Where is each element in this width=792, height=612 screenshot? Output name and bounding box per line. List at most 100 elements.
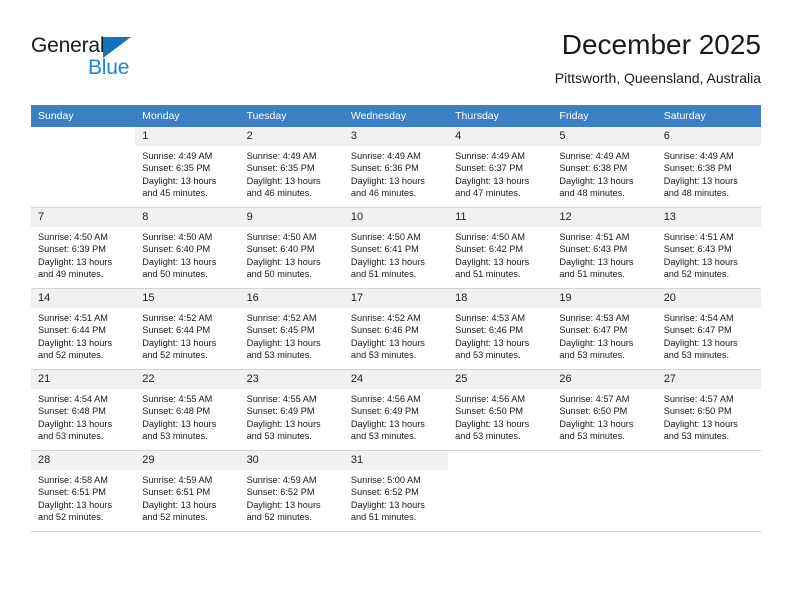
daylight-text-line2: and 53 minutes.	[350, 350, 417, 361]
sunset-text: Sunset: 6:38 PM	[559, 163, 628, 174]
day-cell[interactable]: 15 Sunrise: 4:52 AM Sunset: 6:44 PM Dayl…	[135, 288, 240, 370]
sunset-text: Sunset: 6:44 PM	[38, 325, 106, 336]
day-number: 21	[31, 370, 136, 389]
day-cell[interactable]: 6 Sunrise: 4:49 AM Sunset: 6:38 PM Dayli…	[656, 127, 761, 208]
day-details: Sunrise: 4:49 AM Sunset: 6:35 PM Dayligh…	[240, 146, 344, 200]
day-cell[interactable]: 11 Sunrise: 4:50 AM Sunset: 6:42 PM Dayl…	[448, 207, 553, 289]
day-cell[interactable]: 9 Sunrise: 4:50 AM Sunset: 6:40 PM Dayli…	[239, 207, 344, 289]
daylight-text-line1: Daylight: 13 hours	[663, 256, 738, 267]
general-blue-logo[interactable]: General Blue	[31, 34, 231, 90]
day-cell[interactable]: 3 Sunrise: 4:49 AM Sunset: 6:36 PM Dayli…	[343, 127, 449, 208]
day-cell[interactable]: 5 Sunrise: 4:49 AM Sunset: 6:38 PM Dayli…	[552, 127, 657, 208]
sunset-text: Sunset: 6:41 PM	[350, 244, 419, 255]
logo-text-general: General	[31, 34, 105, 57]
day-cell[interactable]: 27 Sunrise: 4:57 AM Sunset: 6:50 PM Dayl…	[656, 369, 761, 451]
day-cell	[448, 450, 553, 532]
daylight-text-line1: Daylight: 13 hours	[455, 256, 530, 267]
day-number	[31, 127, 136, 146]
day-details: Sunrise: 4:52 AM Sunset: 6:44 PM Dayligh…	[135, 308, 239, 362]
daylight-text-line1: Daylight: 13 hours	[663, 418, 738, 429]
day-cell[interactable]: 23 Sunrise: 4:55 AM Sunset: 6:49 PM Dayl…	[239, 369, 344, 451]
day-cell	[31, 127, 136, 208]
day-details: Sunrise: 4:51 AM Sunset: 6:43 PM Dayligh…	[657, 227, 761, 281]
sunset-text: Sunset: 6:47 PM	[559, 325, 628, 336]
sunset-text: Sunset: 6:50 PM	[559, 406, 628, 417]
daylight-text-line2: and 52 minutes.	[246, 512, 312, 523]
day-number: 11	[448, 208, 553, 227]
day-number: 4	[448, 127, 553, 146]
sunset-text: Sunset: 6:40 PM	[246, 244, 315, 255]
day-cell[interactable]: 19 Sunrise: 4:53 AM Sunset: 6:47 PM Dayl…	[552, 288, 657, 370]
day-details: Sunrise: 4:50 AM Sunset: 6:41 PM Dayligh…	[344, 227, 448, 281]
day-cell[interactable]: 30 Sunrise: 4:59 AM Sunset: 6:52 PM Dayl…	[239, 450, 344, 532]
day-cell[interactable]: 17 Sunrise: 4:52 AM Sunset: 6:46 PM Dayl…	[343, 288, 449, 370]
daylight-text-line2: and 48 minutes.	[663, 188, 730, 199]
daylight-text-line2: and 53 minutes.	[246, 350, 312, 361]
sunrise-text: Sunrise: 4:52 AM	[142, 313, 213, 323]
daylight-text-line1: Daylight: 13 hours	[142, 418, 217, 429]
sunset-text: Sunset: 6:42 PM	[455, 244, 524, 255]
day-cell[interactable]: 16 Sunrise: 4:52 AM Sunset: 6:45 PM Dayl…	[239, 288, 344, 370]
day-cell[interactable]: 29 Sunrise: 4:59 AM Sunset: 6:51 PM Dayl…	[135, 450, 240, 532]
daylight-text-line2: and 53 minutes.	[663, 431, 730, 442]
week-row: 1 Sunrise: 4:49 AM Sunset: 6:35 PM Dayli…	[31, 127, 761, 208]
daylight-text-line1: Daylight: 13 hours	[350, 256, 425, 267]
day-details: Sunrise: 4:57 AM Sunset: 6:50 PM Dayligh…	[657, 389, 761, 443]
daylight-text-line2: and 53 minutes.	[38, 431, 104, 442]
daylight-text-line1: Daylight: 13 hours	[246, 499, 321, 510]
day-number	[448, 451, 553, 470]
day-number: 22	[135, 370, 240, 389]
day-number: 15	[135, 289, 240, 308]
day-cell	[656, 450, 761, 532]
day-cell[interactable]: 22 Sunrise: 4:55 AM Sunset: 6:48 PM Dayl…	[135, 369, 240, 451]
week-row: 21 Sunrise: 4:54 AM Sunset: 6:48 PM Dayl…	[31, 369, 761, 451]
day-details: Sunrise: 4:51 AM Sunset: 6:43 PM Dayligh…	[552, 227, 656, 281]
sunrise-text: Sunrise: 4:51 AM	[38, 313, 108, 323]
daylight-text-line2: and 51 minutes.	[350, 512, 417, 523]
page-header: General Blue December 2025 Pittsworth, Q…	[31, 28, 761, 98]
day-cell[interactable]: 2 Sunrise: 4:49 AM Sunset: 6:35 PM Dayli…	[239, 127, 344, 208]
page-title: December 2025	[561, 29, 761, 60]
daylight-text-line2: and 51 minutes.	[350, 269, 417, 280]
sunset-text: Sunset: 6:37 PM	[455, 163, 524, 174]
daylight-text-line2: and 53 minutes.	[350, 431, 417, 442]
day-cell[interactable]: 4 Sunrise: 4:49 AM Sunset: 6:37 PM Dayli…	[448, 127, 553, 208]
daylight-text-line2: and 52 minutes.	[142, 512, 208, 523]
day-cell[interactable]: 20 Sunrise: 4:54 AM Sunset: 6:47 PM Dayl…	[656, 288, 761, 370]
daylight-text-line1: Daylight: 13 hours	[350, 337, 425, 348]
day-cell[interactable]: 8 Sunrise: 4:50 AM Sunset: 6:40 PM Dayli…	[135, 207, 240, 289]
daylight-text-line2: and 46 minutes.	[246, 188, 312, 199]
day-number: 20	[656, 289, 761, 308]
daylight-text-line1: Daylight: 13 hours	[559, 256, 634, 267]
daylight-text-line1: Daylight: 13 hours	[559, 337, 634, 348]
daylight-text-line1: Daylight: 13 hours	[142, 175, 217, 186]
day-cell[interactable]: 24 Sunrise: 4:56 AM Sunset: 6:49 PM Dayl…	[343, 369, 449, 451]
day-cell[interactable]: 18 Sunrise: 4:53 AM Sunset: 6:46 PM Dayl…	[448, 288, 553, 370]
sunrise-text: Sunrise: 4:49 AM	[559, 151, 630, 161]
day-cell[interactable]: 21 Sunrise: 4:54 AM Sunset: 6:48 PM Dayl…	[31, 369, 136, 451]
day-cell[interactable]: 28 Sunrise: 4:58 AM Sunset: 6:51 PM Dayl…	[31, 450, 136, 532]
day-cell[interactable]: 13 Sunrise: 4:51 AM Sunset: 6:43 PM Dayl…	[656, 207, 761, 289]
day-number: 3	[343, 127, 449, 146]
daylight-text-line2: and 53 minutes.	[142, 431, 208, 442]
daylight-text-line2: and 53 minutes.	[663, 350, 730, 361]
day-cell[interactable]: 14 Sunrise: 4:51 AM Sunset: 6:44 PM Dayl…	[31, 288, 136, 370]
day-number: 28	[31, 451, 136, 470]
daylight-text-line2: and 52 minutes.	[663, 269, 730, 280]
day-cell[interactable]: 26 Sunrise: 4:57 AM Sunset: 6:50 PM Dayl…	[552, 369, 657, 451]
day-cell[interactable]: 7 Sunrise: 4:50 AM Sunset: 6:39 PM Dayli…	[31, 207, 136, 289]
day-cell[interactable]: 12 Sunrise: 4:51 AM Sunset: 6:43 PM Dayl…	[552, 207, 657, 289]
daylight-text-line2: and 53 minutes.	[246, 431, 312, 442]
day-cell[interactable]: 1 Sunrise: 4:49 AM Sunset: 6:35 PM Dayli…	[135, 127, 240, 208]
column-header-wednesday: Wednesday	[343, 105, 449, 127]
day-details: Sunrise: 4:50 AM Sunset: 6:39 PM Dayligh…	[31, 227, 135, 281]
daylight-text-line1: Daylight: 13 hours	[38, 337, 113, 348]
day-cell[interactable]: 31 Sunrise: 5:00 AM Sunset: 6:52 PM Dayl…	[343, 450, 449, 532]
calendar-head: Sunday Monday Tuesday Wednesday Thursday…	[31, 105, 761, 127]
day-cell[interactable]: 10 Sunrise: 4:50 AM Sunset: 6:41 PM Dayl…	[343, 207, 449, 289]
day-details: Sunrise: 4:57 AM Sunset: 6:50 PM Dayligh…	[552, 389, 656, 443]
sunrise-text: Sunrise: 4:56 AM	[350, 394, 421, 404]
day-number: 23	[239, 370, 344, 389]
daylight-text-line1: Daylight: 13 hours	[455, 175, 530, 186]
day-cell[interactable]: 25 Sunrise: 4:56 AM Sunset: 6:50 PM Dayl…	[448, 369, 553, 451]
